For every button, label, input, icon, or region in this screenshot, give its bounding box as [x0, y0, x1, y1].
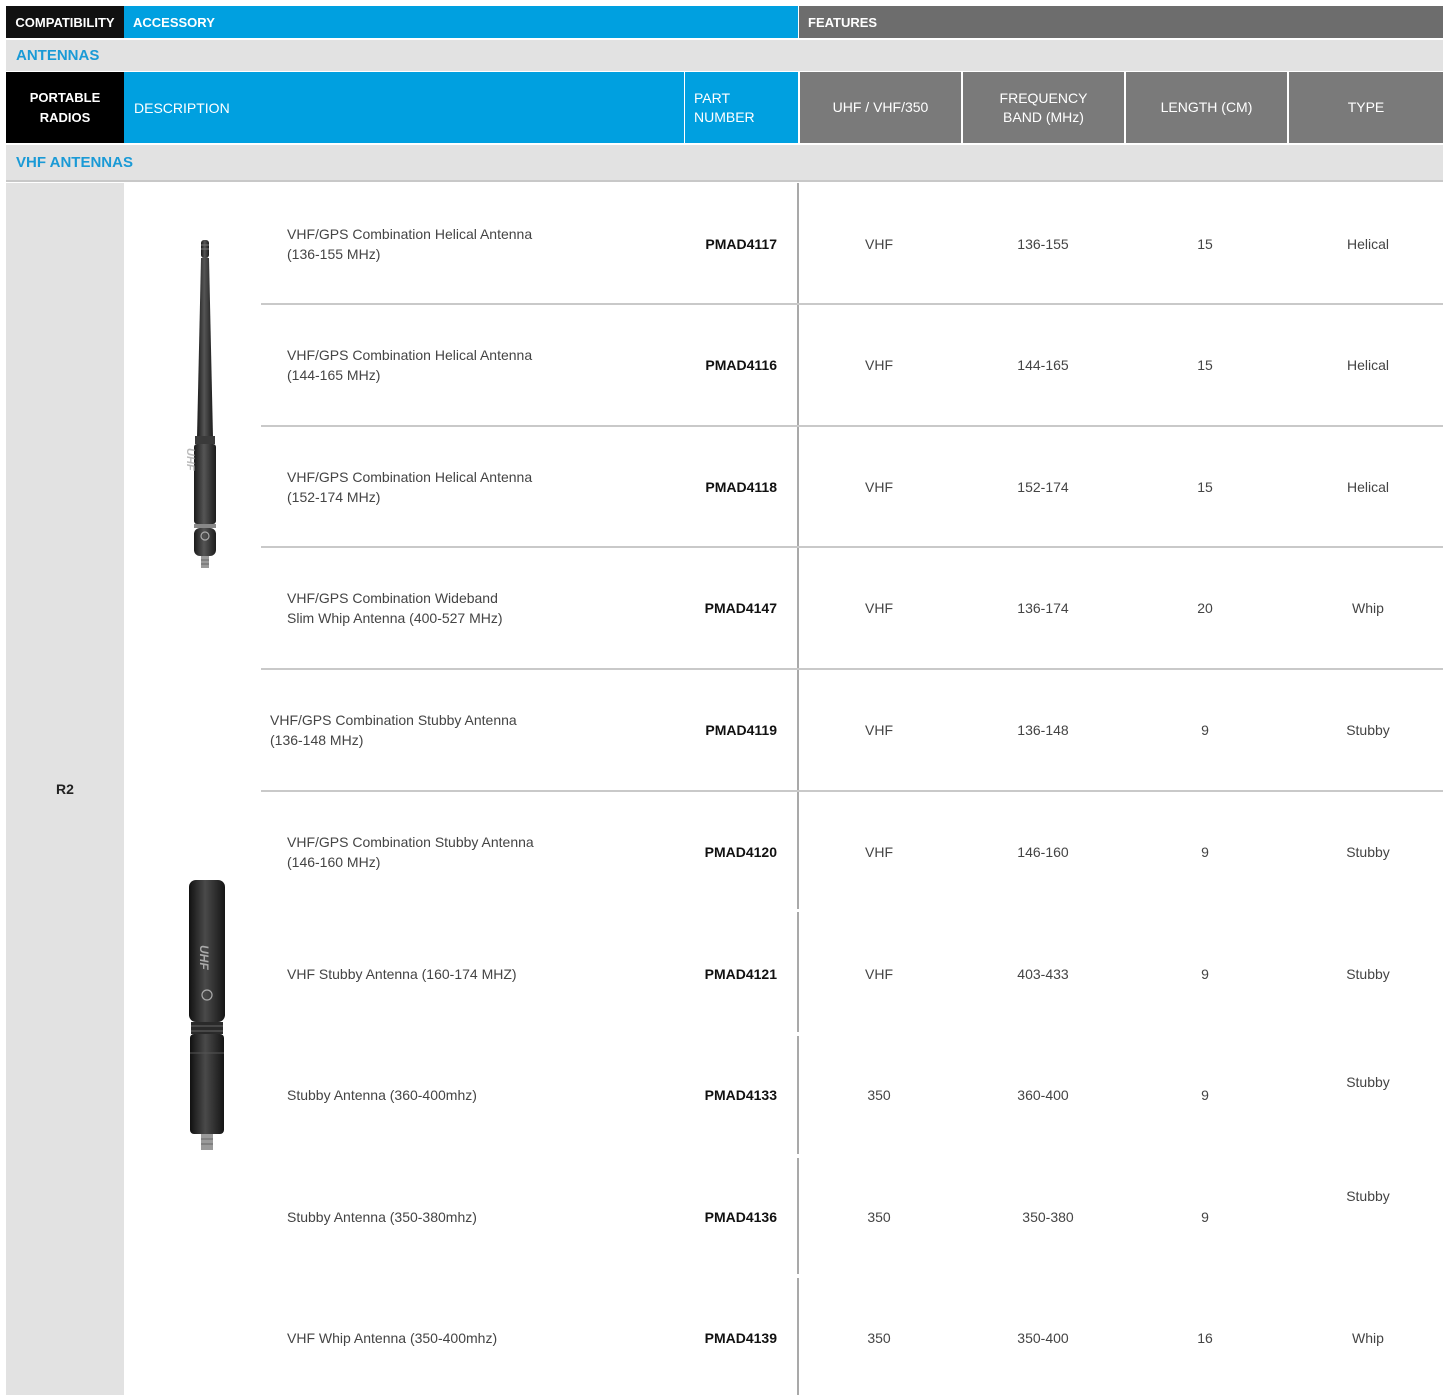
- band-cell: 350: [867, 1330, 891, 1346]
- part-number: PMAD4147: [704, 600, 777, 616]
- frequency-cell: 146-160: [1017, 844, 1069, 860]
- part-number: PMAD4116: [705, 357, 777, 373]
- frequency-cell: 144-165: [1017, 357, 1069, 373]
- length-cell: 9: [1201, 1087, 1209, 1103]
- band-cell: VHF: [865, 600, 893, 616]
- band-cell: VHF: [865, 722, 893, 738]
- band-cell: VHF: [865, 966, 893, 982]
- table-row: VHF Stubby Antenna (160-174 MHZ) PMAD412…: [124, 913, 1443, 1035]
- col-header-portable-radios: PORTABLE RADIOS: [6, 72, 124, 143]
- table-row: VHF/GPS Combination Stubby Antenna (136-1…: [124, 669, 1443, 791]
- type-cell: Stubby: [1346, 722, 1390, 738]
- band-cell: VHF: [865, 479, 893, 495]
- frequency-cell: 152-174: [1017, 479, 1069, 495]
- compatibility-header: COMPATIBILITY: [6, 6, 124, 38]
- col-header-frequency: FREQUENCY BAND (MHz): [961, 72, 1124, 143]
- frequency-cell: 403-433: [1017, 966, 1069, 982]
- type-cell: Whip: [1352, 1330, 1384, 1346]
- part-number: PMAD4117: [705, 236, 777, 252]
- type-cell: Stubby: [1346, 966, 1390, 982]
- subsection-title-vhf-antennas: VHF ANTENNAS: [6, 145, 1443, 182]
- type-cell: Whip: [1352, 600, 1384, 616]
- length-cell: 20: [1197, 600, 1213, 616]
- description-cell: VHF/GPS Combination Helical Antenna (136-…: [287, 226, 533, 262]
- band-cell: 350: [867, 1209, 891, 1225]
- table-row: VHF/GPS Combination Wideband Slim Whip An…: [124, 547, 1443, 669]
- length-cell: 9: [1201, 722, 1209, 738]
- description-cell: VHF Whip Antenna (350-400mhz): [287, 1330, 498, 1346]
- description-cell: VHF/GPS Combination Stubby Antenna (146-1…: [287, 834, 534, 870]
- accessory-header: ACCESSORY: [124, 6, 798, 38]
- table-row: Stubby Antenna (350-380mhz) PMAD4136 350…: [124, 1156, 1443, 1278]
- part-number: PMAD4136: [704, 1209, 777, 1225]
- band-cell: VHF: [865, 236, 893, 252]
- band-cell: VHF: [865, 357, 893, 373]
- radio-model: R2: [56, 781, 74, 797]
- table-row: VHF/GPS Combination Stubby Antenna (146-1…: [124, 791, 1443, 913]
- length-cell: 15: [1197, 236, 1213, 252]
- stubby-antenna-image: [189, 880, 225, 1150]
- length-cell: 15: [1197, 357, 1213, 373]
- features-header: FEATURES: [798, 6, 1443, 38]
- frequency-cell: 136-174: [1017, 600, 1069, 616]
- frequency-cell: 136-148: [1017, 722, 1069, 738]
- radio-model-cell: R2: [6, 183, 124, 1395]
- frequency-cell: 350-400: [1017, 1330, 1069, 1346]
- type-cell: Helical: [1346, 357, 1389, 373]
- description-cell: VHF/GPS Combination Helical Antenna (144-…: [287, 347, 533, 383]
- col-header-part-number: PART NUMBER: [684, 72, 798, 143]
- description-cell: VHF Stubby Antenna (160-174 MHZ): [287, 966, 517, 982]
- table-row: Stubby Antenna (360-400mhz) PMAD4133 350…: [124, 1034, 1443, 1156]
- col-header-type: TYPE: [1287, 72, 1443, 143]
- section-title-antennas: ANTENNAS: [6, 40, 1443, 71]
- part-number: PMAD4121: [704, 966, 777, 982]
- description-cell: Stubby Antenna (360-400mhz): [287, 1087, 477, 1103]
- table-row: VHF/GPS Combination Helical Antenna (144-…: [124, 304, 1443, 426]
- frequency-cell: 350-380: [1022, 1209, 1074, 1225]
- length-cell: 9: [1201, 844, 1209, 860]
- helical-antenna-image: [194, 240, 216, 568]
- length-cell: 16: [1197, 1330, 1213, 1346]
- type-cell: Helical: [1346, 236, 1389, 252]
- length-cell: 9: [1201, 966, 1209, 982]
- part-number: PMAD4118: [705, 479, 777, 495]
- antenna-label-text: UHF: [184, 448, 196, 471]
- frequency-cell: 360-400: [1017, 1087, 1069, 1103]
- col-header-length: LENGTH (CM): [1124, 72, 1287, 143]
- table-row: VHF/GPS Combination Helical Antenna (136-…: [124, 183, 1443, 305]
- description-cell: VHF/GPS Combination Helical Antenna (152-…: [287, 469, 533, 505]
- part-number: PMAD4133: [704, 1087, 777, 1103]
- frequency-cell: 136-155: [1017, 236, 1069, 252]
- col-header-band: UHF / VHF/350: [798, 72, 961, 143]
- type-cell: Helical: [1346, 479, 1389, 495]
- description-cell: VHF/GPS Combination Wideband Slim Whip An…: [287, 590, 503, 626]
- band-cell: 350: [867, 1087, 891, 1103]
- type-cell: Stubby: [1346, 844, 1390, 860]
- part-number: PMAD4139: [704, 1330, 777, 1346]
- part-number: PMAD4120: [704, 844, 777, 860]
- part-number: PMAD4119: [705, 722, 777, 738]
- description-cell: VHF/GPS Combination Stubby Antenna (136-1…: [270, 712, 517, 748]
- table-row: VHF/GPS Combination Helical Antenna (152-…: [124, 426, 1443, 548]
- table-row: VHF Whip Antenna (350-400mhz) PMAD4139 3…: [124, 1277, 1443, 1399]
- antenna-label-text: UHF: [197, 945, 211, 970]
- length-cell: 9: [1201, 1209, 1209, 1225]
- description-cell: Stubby Antenna (350-380mhz): [287, 1209, 477, 1225]
- col-header-description: DESCRIPTION: [124, 72, 684, 143]
- length-cell: 15: [1197, 479, 1213, 495]
- band-cell: VHF: [865, 844, 893, 860]
